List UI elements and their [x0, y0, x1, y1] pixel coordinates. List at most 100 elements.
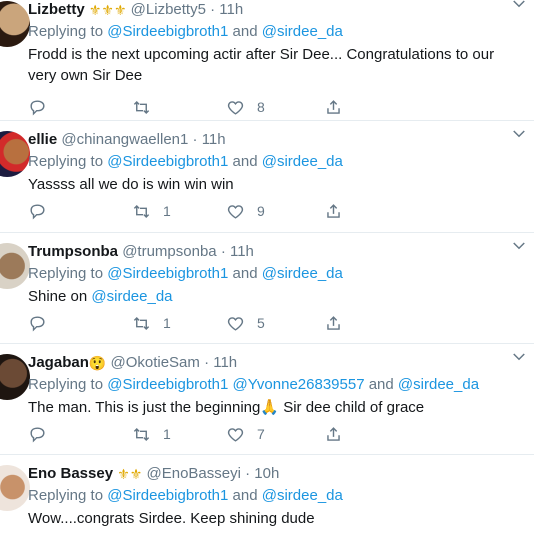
praying-hands-emoji: 🙏 — [260, 399, 280, 416]
chevron-down-icon[interactable] — [510, 0, 528, 13]
tweet-header: Eno Bassey ⚜⚜ @EnoBasseyi · 10h — [28, 463, 524, 485]
timestamp[interactable]: 11h — [230, 243, 254, 260]
tweet-text-body: Shine on — [28, 288, 88, 305]
retweet-button[interactable] — [132, 95, 163, 119]
reply-tweet[interactable]: Trumpsonba @trumpsonba · 11h Replying to… — [0, 233, 534, 344]
chevron-down-icon[interactable] — [510, 348, 528, 366]
tweet-header: ellie @chinangwaellen1 · 11h — [28, 129, 524, 151]
replying-to: Replying to @Sirdeebigbroth1 and @sirdee… — [28, 21, 524, 43]
reply-button[interactable] — [28, 422, 47, 446]
reply-tweet[interactable]: ellie @chinangwaellen1 · 11h Replying to… — [0, 121, 534, 233]
reply-button[interactable] — [28, 311, 47, 335]
retweet-count: 1 — [163, 426, 171, 442]
reply-icon — [30, 203, 45, 220]
replying-to-label: Replying to — [28, 153, 104, 170]
tweet-header: Lizbetty ⚜⚜⚜ @Lizbetty5 · 11h — [28, 0, 524, 21]
tweet-text-body: Sir dee child of grace — [279, 399, 425, 416]
replying-to-label: Replying to — [28, 23, 104, 40]
heart-icon — [227, 316, 244, 331]
heart-icon — [227, 427, 244, 442]
retweet-icon — [133, 204, 150, 218]
share-button[interactable] — [324, 311, 343, 335]
avatar[interactable] — [0, 1, 30, 47]
mention-link[interactable]: @sirdee_da — [262, 153, 343, 170]
timestamp[interactable]: 11h — [219, 1, 243, 18]
tweet-actions: 1 9 — [28, 199, 428, 223]
tweet-header: Jagaban😲 @OkotieSam · 11h — [28, 352, 524, 374]
share-icon — [327, 203, 340, 218]
retweet-button[interactable]: 1 — [132, 199, 171, 223]
mention-link[interactable]: @sirdee_da — [398, 376, 479, 393]
share-icon — [327, 99, 340, 114]
retweet-icon — [133, 427, 150, 441]
mention-link[interactable]: @sirdee_da — [262, 23, 343, 40]
mention-link[interactable]: @sirdee_da — [91, 288, 172, 305]
tweet-actions: 1 5 — [28, 311, 428, 335]
like-count: 5 — [257, 315, 265, 331]
reply-button[interactable] — [28, 199, 47, 223]
like-count: 8 — [257, 99, 265, 115]
tweet-text: Yassss all we do is win win win — [28, 176, 234, 193]
separator-dot: · — [245, 465, 251, 482]
conjunction: and — [232, 153, 258, 170]
mention-link[interactable]: @Sirdeebigbroth1 — [107, 23, 228, 40]
heart-icon — [227, 100, 244, 115]
reply-icon — [30, 99, 45, 116]
user-handle[interactable]: @chinangwaellen1 — [61, 131, 188, 148]
user-handle[interactable]: @Lizbetty5 — [131, 1, 206, 18]
name-emoji-badges: ⚜⚜ — [117, 466, 143, 482]
timestamp[interactable]: 11h — [213, 354, 237, 371]
retweet-count: 1 — [163, 315, 171, 331]
separator-dot: · — [220, 243, 226, 260]
display-name[interactable]: Trumpsonba — [28, 243, 118, 260]
timestamp[interactable]: 10h — [254, 465, 279, 482]
like-button[interactable]: 7 — [226, 422, 265, 446]
name-emoji-badges: ⚜⚜⚜ — [88, 2, 127, 18]
conjunction: and — [232, 265, 258, 282]
chevron-down-icon[interactable] — [510, 125, 528, 143]
avatar[interactable] — [0, 131, 30, 177]
reply-button[interactable] — [28, 95, 47, 119]
replying-to: Replying to @Sirdeebigbroth1 @Yvonne2683… — [28, 374, 524, 396]
mention-link[interactable]: @Sirdeebigbroth1 — [107, 153, 228, 170]
replying-to: Replying to @Sirdeebigbroth1 and @sirdee… — [28, 263, 524, 285]
user-handle[interactable]: @trumpsonba — [122, 243, 216, 260]
mention-link[interactable]: @Yvonne26839557 — [233, 376, 365, 393]
mention-link[interactable]: @Sirdeebigbroth1 — [107, 487, 228, 504]
mention-link[interactable]: @sirdee_da — [262, 487, 343, 504]
like-button[interactable]: 8 — [226, 95, 265, 119]
display-name[interactable]: Jagaban — [28, 354, 89, 371]
like-button[interactable]: 5 — [226, 311, 265, 335]
user-handle[interactable]: @OkotieSam — [110, 354, 199, 371]
reply-tweet[interactable]: Jagaban😲 @OkotieSam · 11h Replying to @S… — [0, 344, 534, 455]
mention-link[interactable]: @Sirdeebigbroth1 — [107, 265, 228, 282]
share-button[interactable] — [324, 95, 343, 119]
separator-dot: · — [192, 131, 198, 148]
display-name[interactable]: ellie — [28, 131, 57, 148]
timestamp[interactable]: 11h — [202, 131, 226, 148]
avatar[interactable] — [0, 354, 30, 400]
retweet-button[interactable]: 1 — [132, 311, 171, 335]
chevron-down-icon[interactable] — [510, 237, 528, 255]
like-button[interactable]: 9 — [226, 199, 265, 223]
display-name[interactable]: Eno Bassey — [28, 465, 113, 482]
avatar[interactable] — [0, 243, 30, 289]
retweet-button[interactable]: 1 — [132, 422, 171, 446]
separator-dot: · — [210, 1, 216, 18]
display-name[interactable]: Lizbetty — [28, 1, 85, 18]
tweet-actions: 8 — [28, 95, 428, 119]
tweet-text: Wow....congrats Sirdee. Keep shining dud… — [28, 510, 315, 527]
retweet-count: 1 — [163, 203, 171, 219]
share-button[interactable] — [324, 199, 343, 223]
retweet-icon — [133, 316, 150, 330]
replying-to-label: Replying to — [28, 376, 104, 393]
mention-link[interactable]: @Sirdeebigbroth1 — [107, 376, 228, 393]
reply-tweet[interactable]: Eno Bassey ⚜⚜ @EnoBasseyi · 10h Replying… — [0, 455, 534, 545]
avatar[interactable] — [0, 465, 30, 511]
reply-tweet[interactable]: Lizbetty ⚜⚜⚜ @Lizbetty5 · 11h Replying t… — [0, 0, 534, 121]
user-handle[interactable]: @EnoBasseyi — [147, 465, 241, 482]
reply-icon — [30, 315, 45, 332]
like-count: 7 — [257, 426, 265, 442]
mention-link[interactable]: @sirdee_da — [262, 265, 343, 282]
share-button[interactable] — [324, 422, 343, 446]
